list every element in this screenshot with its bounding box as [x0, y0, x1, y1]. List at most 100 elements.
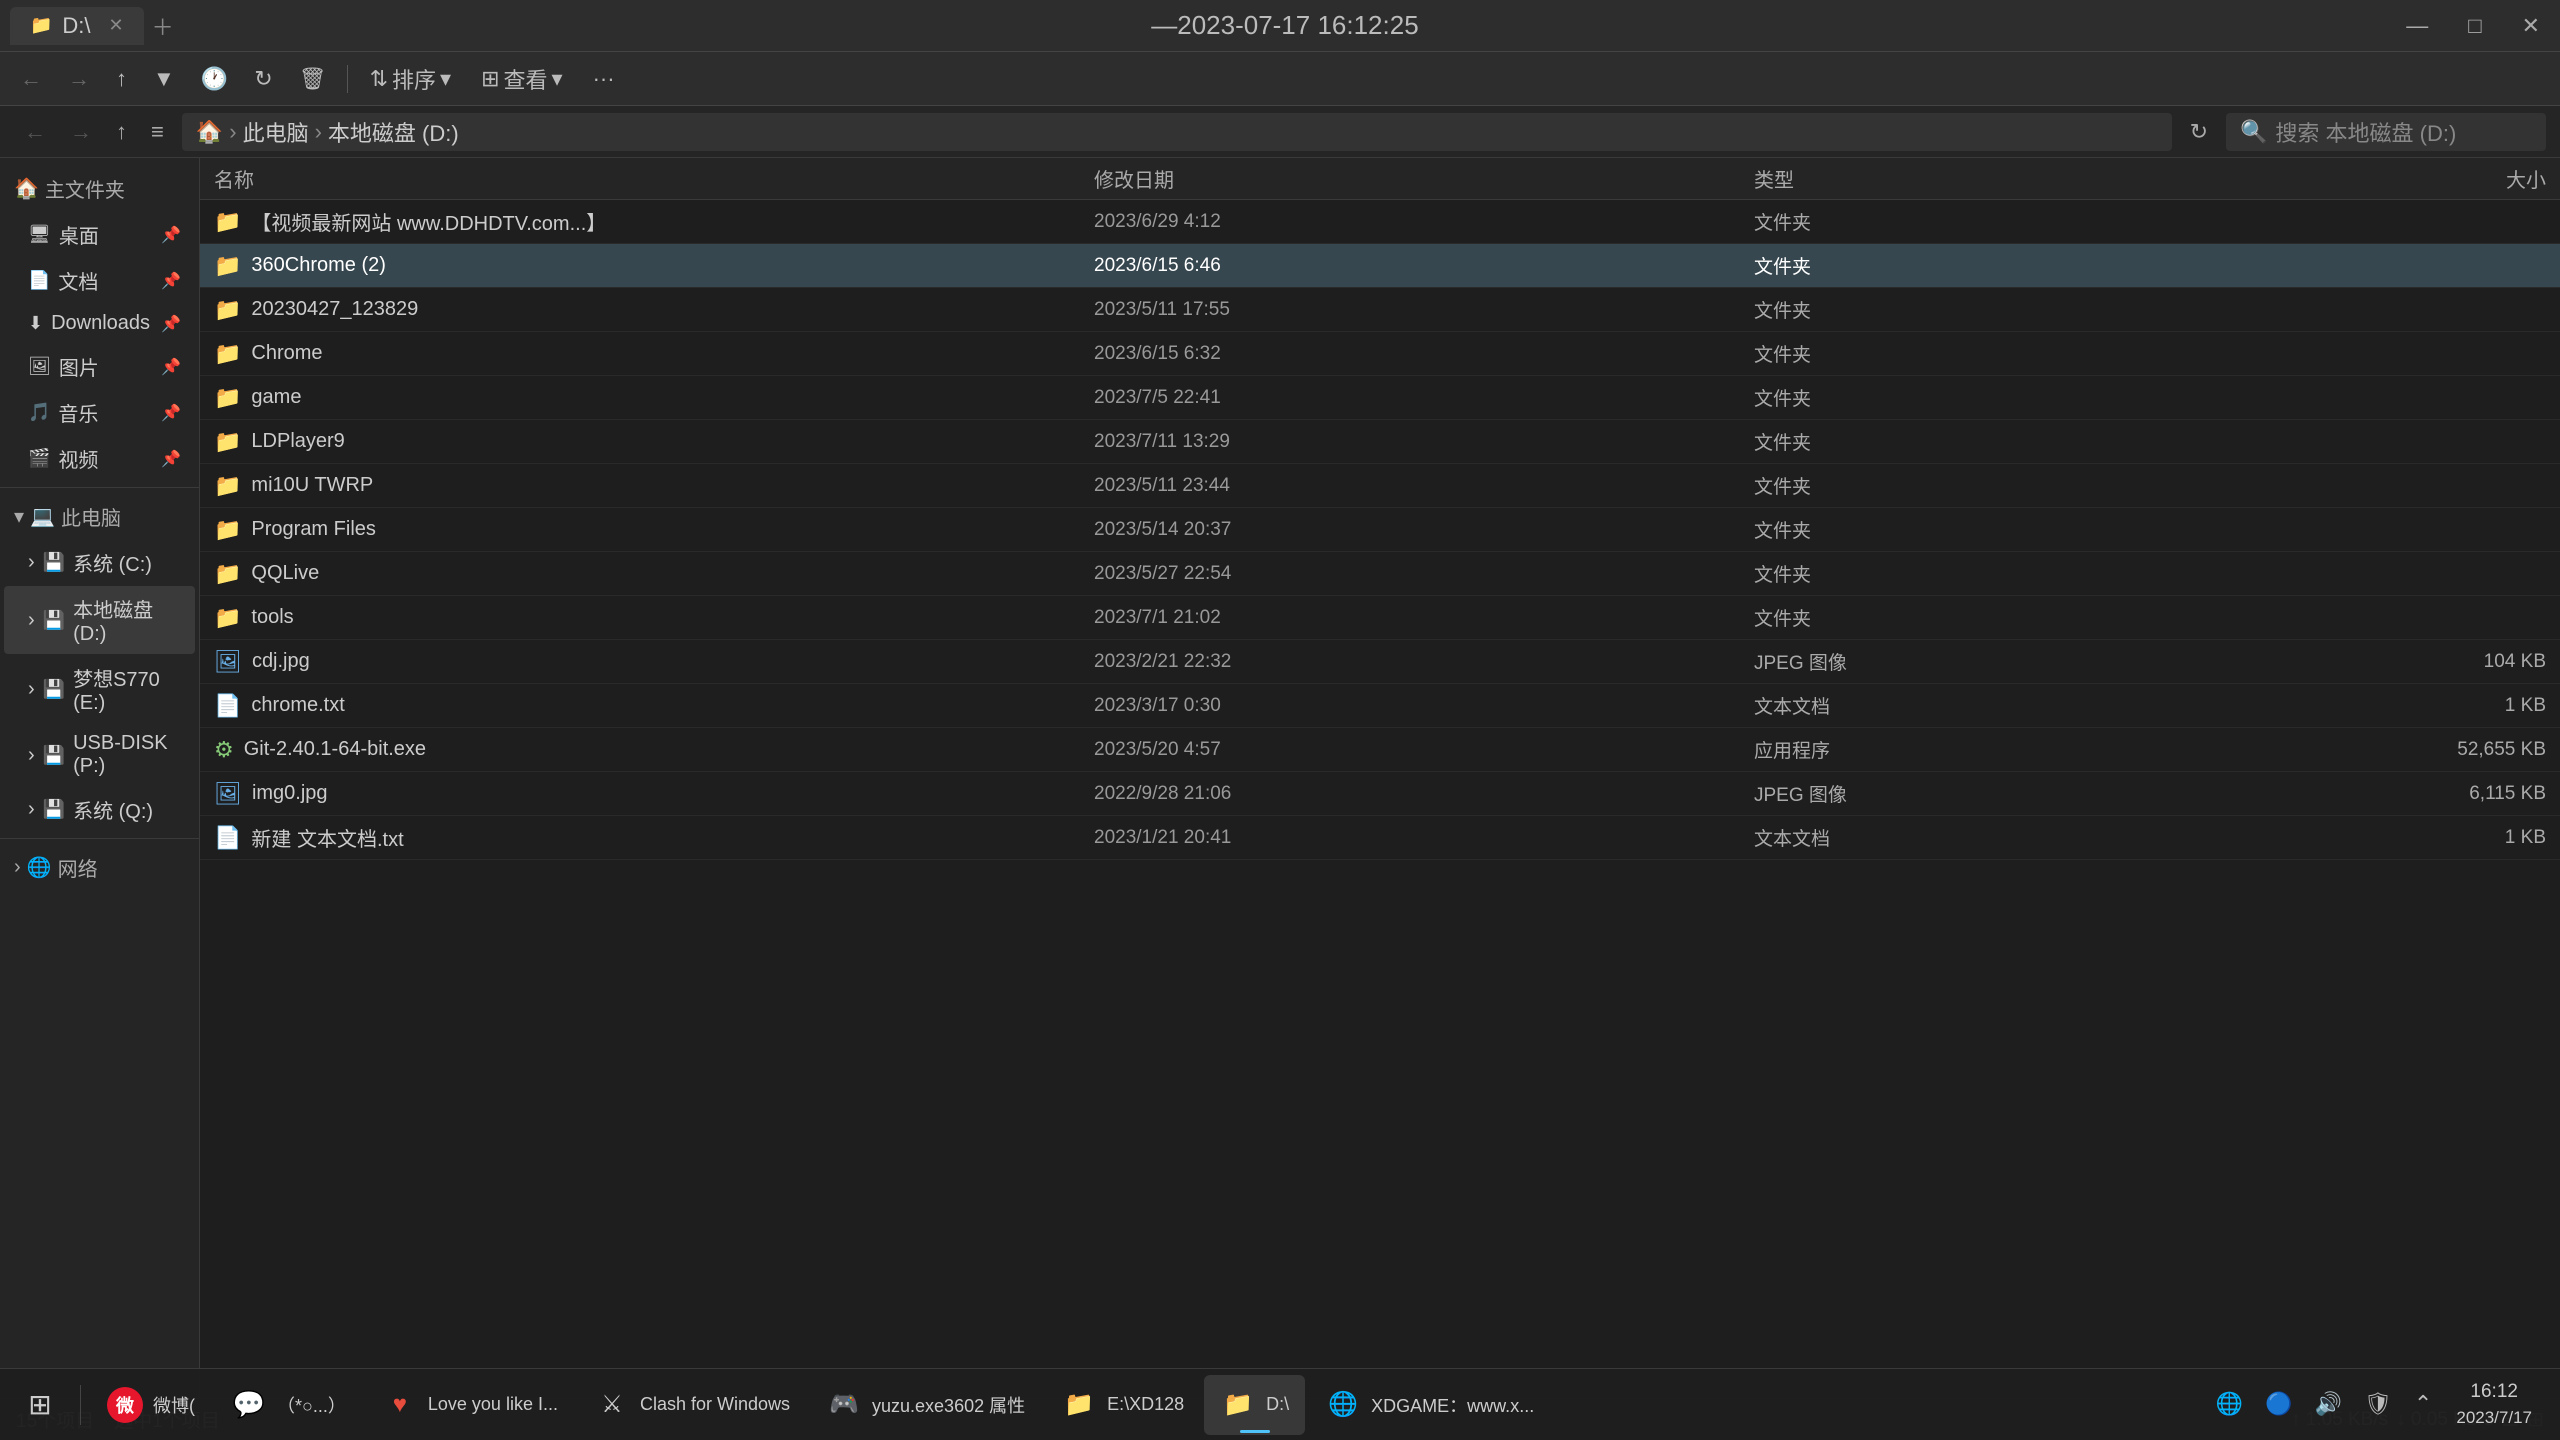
sidebar-item-pictures[interactable]: 🖼 图片 📌 — [4, 344, 195, 389]
file-date-cell: 2023/3/17 0:30 — [1094, 695, 1754, 717]
table-row[interactable]: 📄 chrome.txt 2023/3/17 0:30 文本文档 1 KB — [200, 684, 2560, 728]
taskbar-app-love[interactable]: ♥ Love you like I... — [366, 1375, 574, 1435]
recent-button[interactable]: 🕐 — [191, 60, 238, 98]
close-window-button[interactable]: ✕ — [2512, 9, 2550, 43]
file-date-cell: 2023/6/15 6:32 — [1094, 343, 1754, 365]
quick-access-header[interactable]: 🏠 主文件夹 — [0, 166, 199, 211]
file-list-area[interactable]: 名称 修改日期 类型 大小 📁 【视频最新网站 www.DDHDTV.com..… — [200, 158, 2560, 1398]
back-button[interactable]: ← — [10, 60, 52, 98]
taskbar: ⊞ 微 微博( 💬 （*○...） ♥ Love you like I... ⚔… — [0, 1368, 2560, 1440]
tray-shield-icon[interactable]: 🛡 — [2358, 1387, 2398, 1421]
column-header-size[interactable]: 大小 — [2194, 164, 2546, 193]
file-name-cell: 🖼 cdj.jpg — [214, 649, 1094, 675]
start-button[interactable]: ⊞ — [10, 1375, 70, 1435]
window-title-area: —2023-07-17 16:12:25 — [174, 10, 2397, 41]
sidebar-item-drive-q[interactable]: › 💾 系统 (Q:) — [4, 787, 195, 832]
taskbar-app-clash[interactable]: ⚔ Clash for Windows — [578, 1375, 806, 1435]
sidebar-item-drive-p[interactable]: › 💾 USB-DISK (P:) — [4, 724, 195, 786]
table-row[interactable]: 📁 Program Files 2023/5/14 20:37 文件夹 — [200, 508, 2560, 552]
history-button[interactable]: ▼ — [143, 60, 185, 98]
sidebar-item-documents[interactable]: 📄 文档 📌 — [4, 258, 195, 303]
sidebar-item-pictures-label: 图片 — [59, 352, 99, 381]
tray-more-icon[interactable]: ⌃ — [2408, 1387, 2438, 1421]
folder-icon: 📁 — [214, 517, 241, 543]
up-button[interactable]: ↑ — [106, 60, 137, 98]
table-row[interactable]: 📁 LDPlayer9 2023/7/11 13:29 文件夹 — [200, 420, 2560, 464]
file-size-cell: 1 KB — [2194, 695, 2546, 717]
address-path[interactable]: 🏠 › 此电脑 › 本地磁盘 (D:) — [182, 113, 2172, 151]
nav-back-button[interactable]: ← — [14, 115, 56, 149]
delete-button[interactable]: 🗑 — [289, 60, 337, 98]
taskbar-app-browser[interactable]: 🌐 XDGAME：www.x... — [1309, 1375, 1550, 1435]
search-box[interactable]: 🔍 搜索 本地磁盘 (D:) — [2226, 113, 2546, 151]
table-row[interactable]: 📁 game 2023/7/5 22:41 文件夹 — [200, 376, 2560, 420]
refresh-button[interactable]: ↻ — [244, 60, 282, 98]
sidebar-item-drive-d[interactable]: › 💾 本地磁盘 (D:) — [4, 586, 195, 654]
column-header-name[interactable]: 名称 — [214, 164, 1094, 193]
nav-forward-button[interactable]: → — [60, 115, 102, 149]
refresh-path-button[interactable]: ↻ — [2180, 115, 2218, 149]
file-name-cell: 📁 360Chrome (2) — [214, 253, 1094, 279]
window-tab[interactable]: 📁 D:\ ✕ — [10, 7, 144, 45]
view-chevron-icon: ▾ — [552, 66, 563, 92]
expand-tree-button[interactable]: ≡ — [141, 115, 174, 149]
tray-network-icon[interactable]: 🌐 — [2210, 1387, 2249, 1421]
maximize-button[interactable]: □ — [2458, 9, 2491, 43]
love-icon: ♥ — [382, 1387, 418, 1423]
path-part-1[interactable]: 此电脑 — [243, 116, 309, 148]
taskbar-clock[interactable]: 16:12 2023/7/17 — [2448, 1375, 2540, 1433]
downloads-icon: ⬇ — [28, 313, 43, 334]
file-name-text: QQLive — [251, 562, 319, 585]
table-row[interactable]: 📁 tools 2023/7/1 21:02 文件夹 — [200, 596, 2560, 640]
close-tab-button[interactable]: ✕ — [109, 15, 124, 36]
more-options-button[interactable]: ··· — [581, 60, 627, 98]
file-name-text: img0.jpg — [252, 782, 328, 805]
sidebar-item-drive-p-label: USB-DISK (P:) — [73, 732, 181, 778]
minimize-button[interactable]: — — [2396, 9, 2438, 43]
table-row[interactable]: ⚙ Git-2.40.1-64-bit.exe 2023/5/20 4:57 应… — [200, 728, 2560, 772]
tray-bluetooth-icon[interactable]: 🔵 — [2259, 1387, 2298, 1421]
taskbar-app-explorer-d[interactable]: 📁 D:\ — [1204, 1375, 1305, 1435]
file-rows-container: 📁 【视频最新网站 www.DDHDTV.com...】 2023/6/29 4… — [200, 200, 2560, 860]
column-header-date[interactable]: 修改日期 — [1094, 164, 1754, 193]
table-row[interactable]: 📄 新建 文本文档.txt 2023/1/21 20:41 文本文档 1 KB — [200, 816, 2560, 860]
column-header-type[interactable]: 类型 — [1754, 164, 2194, 193]
table-row[interactable]: 📁 QQLive 2023/5/27 22:54 文件夹 — [200, 552, 2560, 596]
file-name-cell: 📁 game — [214, 385, 1094, 411]
taskbar-app-yuzu[interactable]: 🎮 yuzu.exe3602 属性 — [810, 1375, 1041, 1435]
sidebar-item-videos[interactable]: 🎬 视频 📌 — [4, 436, 195, 481]
forward-button[interactable]: → — [58, 60, 100, 98]
sidebar-item-drive-e[interactable]: › 💾 梦想S770 (E:) — [4, 655, 195, 723]
network-header[interactable]: › 🌐 网络 — [0, 845, 199, 890]
new-tab-button[interactable]: ＋ — [152, 10, 174, 42]
sidebar-item-drive-c[interactable]: › 💾 系统 (C:) — [4, 540, 195, 585]
file-date-cell: 2023/5/14 20:37 — [1094, 519, 1754, 541]
file-name-text: 新建 文本文档.txt — [251, 823, 403, 852]
file-size-cell: 1 KB — [2194, 827, 2546, 849]
table-row[interactable]: 📁 mi10U TWRP 2023/5/11 23:44 文件夹 — [200, 464, 2560, 508]
table-row[interactable]: 📁 20230427_123829 2023/5/11 17:55 文件夹 — [200, 288, 2560, 332]
taskbar-app-weibo[interactable]: 微 微博( — [91, 1375, 211, 1435]
sidebar-item-music[interactable]: 🎵 音乐 📌 — [4, 390, 195, 435]
view-button[interactable]: ⊞ 查看 ▾ — [469, 57, 575, 101]
file-list-header: 名称 修改日期 类型 大小 — [200, 158, 2560, 200]
sidebar-item-desktop[interactable]: 🖥 桌面 📌 — [4, 212, 195, 257]
nav-up-button[interactable]: ↑ — [106, 115, 137, 149]
this-pc-header[interactable]: ▾ 💻 此电脑 — [0, 494, 199, 539]
file-date-cell: 2023/7/5 22:41 — [1094, 387, 1754, 409]
taskbar-app-chat[interactable]: 💬 （*○...） — [215, 1375, 362, 1435]
file-date-cell: 2023/6/15 6:46 — [1094, 255, 1754, 277]
taskbar-chat-label: （*○...） — [277, 1392, 346, 1418]
tray-volume-icon[interactable]: 🔊 — [2309, 1387, 2348, 1421]
sort-button[interactable]: ⇅ 排序 ▾ — [358, 57, 464, 101]
path-part-2[interactable]: 本地磁盘 (D:) — [328, 116, 459, 148]
table-row[interactable]: 🖼 img0.jpg 2022/9/28 21:06 JPEG 图像 6,115… — [200, 772, 2560, 816]
main-layout: 🏠 主文件夹 🖥 桌面 📌 📄 文档 📌 ⬇ Downloads 📌 🖼 图片 … — [0, 158, 2560, 1398]
table-row[interactable]: 📁 Chrome 2023/6/15 6:32 文件夹 — [200, 332, 2560, 376]
search-icon: 🔍 — [2240, 119, 2267, 145]
table-row[interactable]: 📁 360Chrome (2) 2023/6/15 6:46 文件夹 — [200, 244, 2560, 288]
table-row[interactable]: 📁 【视频最新网站 www.DDHDTV.com...】 2023/6/29 4… — [200, 200, 2560, 244]
taskbar-app-explorer-e[interactable]: 📁 E:\XD128 — [1045, 1375, 1200, 1435]
sidebar-item-downloads[interactable]: ⬇ Downloads 📌 — [4, 304, 195, 343]
table-row[interactable]: 🖼 cdj.jpg 2023/2/21 22:32 JPEG 图像 104 KB — [200, 640, 2560, 684]
